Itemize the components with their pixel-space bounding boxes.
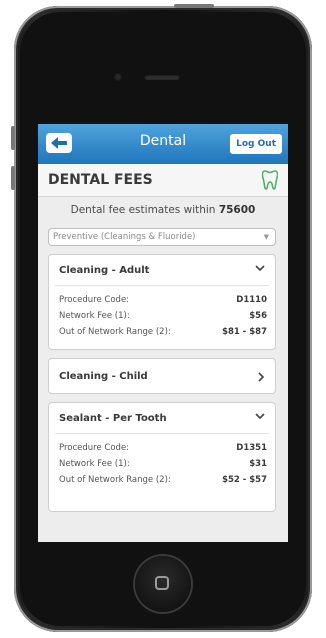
card-title: Cleaning - Adult (59, 265, 150, 276)
tooth-icon (262, 170, 278, 190)
subtitle-text: Dental fee estimates within (70, 204, 216, 216)
volume-button (11, 126, 15, 150)
row-label: Network Fee (1): (59, 311, 130, 321)
volume-button (11, 166, 15, 190)
nav-bar: Dental Log Out (38, 124, 288, 165)
row-label: Out of Network Range (2): (59, 327, 171, 337)
logout-button[interactable]: Log Out (230, 134, 282, 154)
dropdown-caret-icon: ▼ (263, 233, 269, 241)
row-label: Out of Network Range (2): (59, 475, 171, 485)
fee-estimate-subtitle: Dental fee estimates within 75600 (38, 204, 288, 216)
card-title: Sealant - Per Tooth (59, 413, 167, 424)
chevron-right-icon[interactable] (258, 372, 265, 382)
row-label: Procedure Code: (59, 295, 130, 305)
row-value: $81 - $87 (222, 327, 267, 337)
category-select-value: Preventive (Cleanings & Fluoride) (53, 232, 196, 242)
zip-code: 75600 (218, 204, 256, 216)
row-label: Network Fee (1): (59, 459, 130, 469)
fee-card-cleaning-child[interactable]: Cleaning - Child (48, 358, 276, 394)
card-divider (55, 285, 269, 286)
procedure-code-row: Procedure Code: D1110 (59, 295, 267, 307)
out-of-network-row: Out of Network Range (2): $52 - $57 (59, 475, 267, 487)
chevron-down-icon[interactable] (255, 265, 265, 272)
row-value: $52 - $57 (222, 475, 267, 485)
phone-frame: Dental Log Out DENTAL FEES Dental fee es… (11, 4, 312, 632)
fee-card-cleaning-adult[interactable]: Cleaning - Adult Procedure Code: D1110 N… (48, 254, 276, 350)
card-divider (55, 433, 269, 434)
row-value: $56 (249, 311, 267, 321)
out-of-network-row: Out of Network Range (2): $81 - $87 (59, 327, 267, 339)
speaker-grille (144, 74, 180, 80)
back-button[interactable] (46, 133, 72, 153)
network-fee-row: Network Fee (1): $56 (59, 311, 267, 323)
category-select[interactable]: Preventive (Cleanings & Fluoride) ▼ (48, 228, 276, 246)
home-square-icon (155, 576, 169, 590)
camera-icon (114, 73, 122, 81)
page-title: DENTAL FEES (48, 172, 153, 188)
fee-card-sealant[interactable]: Sealant - Per Tooth Procedure Code: D135… (48, 402, 276, 512)
page-header: DENTAL FEES (38, 164, 288, 197)
row-value: D1110 (236, 295, 267, 305)
row-value: D1351 (236, 443, 267, 453)
card-title: Cleaning - Child (59, 371, 148, 382)
nav-title: Dental (139, 133, 187, 149)
network-fee-row: Network Fee (1): $31 (59, 459, 267, 471)
procedure-code-row: Procedure Code: D1351 (59, 443, 267, 455)
back-arrow-icon (51, 137, 67, 149)
row-label: Procedure Code: (59, 443, 130, 453)
row-value: $31 (249, 459, 267, 469)
chevron-down-icon[interactable] (255, 413, 265, 420)
home-button[interactable] (135, 556, 191, 612)
app-screen: Dental Log Out DENTAL FEES Dental fee es… (38, 124, 288, 542)
power-button (174, 4, 214, 8)
